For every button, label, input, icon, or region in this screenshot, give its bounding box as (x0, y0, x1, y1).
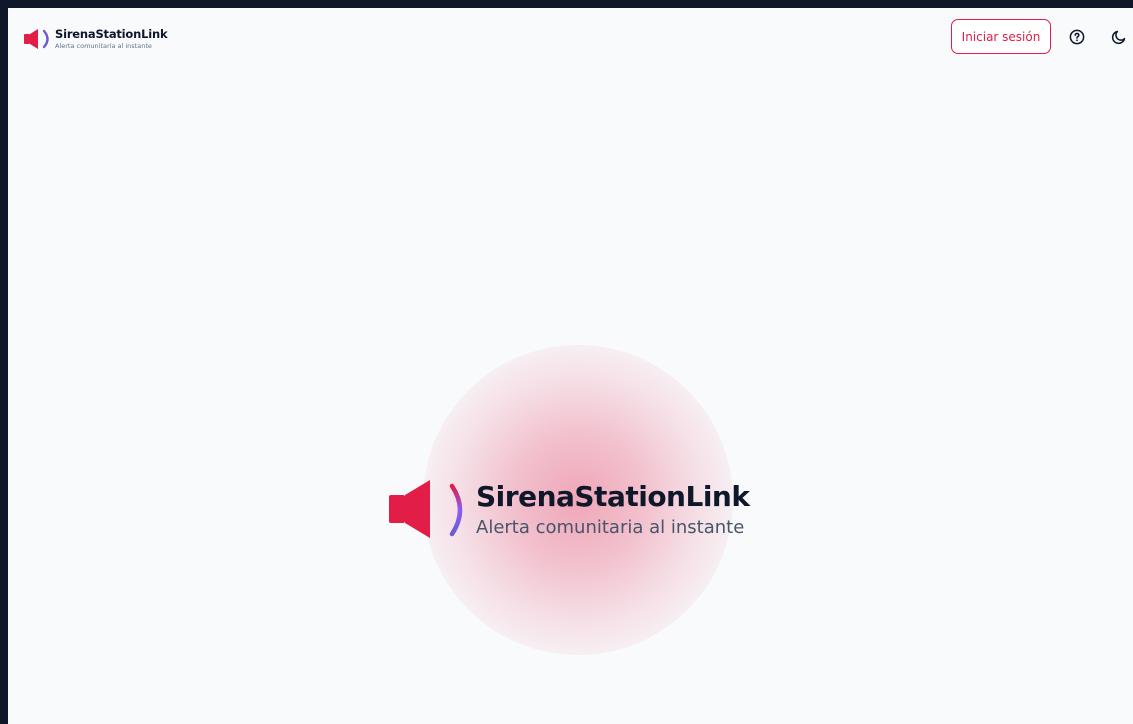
brand-tagline: Alerta comunitaria al instante (55, 41, 152, 50)
help-circle-icon (1069, 29, 1085, 45)
top-bar: SirenaStationLink Alerta comunitaria al … (8, 8, 1133, 70)
app-window: SirenaStationLink Alerta comunitaria al … (8, 8, 1133, 724)
hero-title: SirenaStationLink (476, 480, 750, 513)
help-button[interactable] (1066, 26, 1088, 48)
moon-icon (1111, 30, 1126, 45)
hero-brand: SirenaStationLink Alerta comunitaria al … (388, 478, 750, 542)
siren-speaker-icon (24, 29, 49, 49)
siren-speaker-icon (389, 480, 463, 538)
hero-tagline: Alerta comunitaria al instante (476, 517, 745, 538)
brand-name: SirenaStationLink (55, 26, 168, 41)
brand-link[interactable]: SirenaStationLink Alerta comunitaria al … (23, 26, 168, 52)
theme-toggle-button[interactable] (1108, 26, 1130, 48)
login-button[interactable]: Iniciar sesión (951, 19, 1051, 54)
